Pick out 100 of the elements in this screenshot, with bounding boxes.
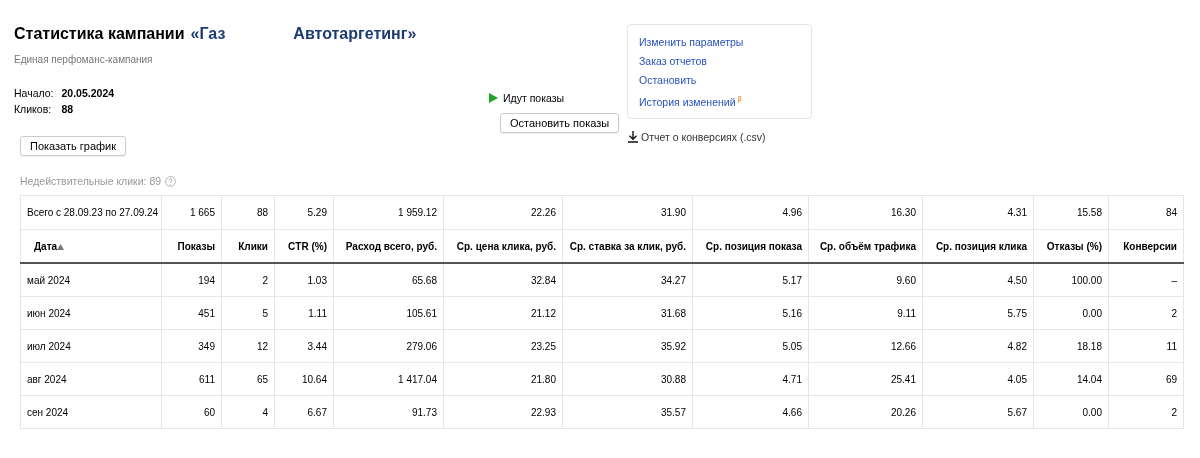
table-cell: 21.12 bbox=[443, 296, 563, 330]
campaign-name: Автотаргетинг» bbox=[293, 24, 417, 44]
table-cell: 21.80 bbox=[443, 362, 563, 396]
table-cell: 23.25 bbox=[443, 329, 563, 363]
month-cell: сен 2024 bbox=[20, 395, 162, 429]
table-cell: 100.00 bbox=[1033, 263, 1109, 297]
campaign-name: «Газ bbox=[190, 24, 226, 44]
table-cell: 65 bbox=[221, 362, 275, 396]
table-cell: 25.41 bbox=[808, 362, 923, 396]
show-chart-button[interactable]: Показать график bbox=[20, 136, 127, 156]
total-cell: 31.90 bbox=[562, 195, 693, 230]
table-cell: 1 417.04 bbox=[333, 362, 444, 396]
column-header[interactable]: Клики bbox=[221, 229, 275, 263]
table-cell: 35.57 bbox=[562, 395, 693, 429]
table-cell: 11 bbox=[1108, 329, 1184, 363]
table-cell: 35.92 bbox=[562, 329, 693, 363]
table-cell: 0.00 bbox=[1033, 296, 1109, 330]
conversions-report-link[interactable]: Отчет о конверсиях (.csv) bbox=[641, 129, 766, 144]
total-cell: 84 bbox=[1108, 195, 1184, 230]
table-cell: 5.16 bbox=[692, 296, 809, 330]
table-cell: 4.05 bbox=[922, 362, 1034, 396]
column-header[interactable]: Отказы (%) bbox=[1033, 229, 1109, 263]
column-header[interactable]: CTR (%) bbox=[274, 229, 334, 263]
table-cell: 65.68 bbox=[333, 263, 444, 297]
table-cell: 14.04 bbox=[1033, 362, 1109, 396]
table-cell: 2 bbox=[1108, 296, 1184, 330]
table-cell: 4.71 bbox=[692, 362, 809, 396]
table-cell: 4.66 bbox=[692, 395, 809, 429]
fact-label: Начало: bbox=[14, 87, 54, 99]
column-header[interactable]: Ср. позиция клика bbox=[922, 229, 1034, 263]
total-cell: 5.29 bbox=[274, 195, 334, 230]
table-cell: 69 bbox=[1108, 362, 1184, 396]
total-cell: 1 665 bbox=[161, 195, 222, 230]
table-cell: 12.66 bbox=[808, 329, 923, 363]
total-label: Всего с 28.09.23 по 27.09.24 bbox=[20, 195, 162, 230]
table-cell: 20.26 bbox=[808, 395, 923, 429]
table-cell: 5.05 bbox=[692, 329, 809, 363]
table-cell: 1.11 bbox=[274, 296, 334, 330]
invalid-clicks-text: Недействительные клики: 89 bbox=[20, 175, 162, 187]
table-cell: 279.06 bbox=[333, 329, 444, 363]
table-cell: 5.17 bbox=[692, 263, 809, 297]
column-header-label: Дата bbox=[34, 240, 58, 252]
table-cell: 18.18 bbox=[1033, 329, 1109, 363]
column-header[interactable]: Ср. позиция показа bbox=[692, 229, 809, 263]
action-link[interactable]: Заказ отчетов bbox=[639, 54, 707, 68]
fact-value: 20.05.2024 bbox=[61, 87, 115, 99]
table-cell: 12 bbox=[221, 329, 275, 363]
table-cell: 34.27 bbox=[562, 263, 693, 297]
month-cell: июн 2024 bbox=[20, 296, 162, 330]
table-cell: 105.61 bbox=[333, 296, 444, 330]
download-icon[interactable] bbox=[628, 130, 638, 143]
column-header[interactable]: Конверсии bbox=[1108, 229, 1184, 263]
action-link[interactable]: История изменений $^{β}$ bbox=[639, 92, 742, 109]
table-cell: 2 bbox=[1108, 395, 1184, 429]
table-cell: 194 bbox=[161, 263, 222, 297]
table-cell: 91.73 bbox=[333, 395, 444, 429]
table-cell: 349 bbox=[161, 329, 222, 363]
total-cell: 22.26 bbox=[443, 195, 563, 230]
column-header[interactable]: Дата bbox=[20, 229, 162, 263]
total-cell: 4.31 bbox=[922, 195, 1034, 230]
table-cell: 9.11 bbox=[808, 296, 923, 330]
page-title: Статистика кампании bbox=[14, 24, 185, 44]
table-cell: 4 bbox=[221, 395, 275, 429]
table-cell: 0.00 bbox=[1033, 395, 1109, 429]
campaign-type: Единая перфоманс-кампания bbox=[14, 54, 154, 65]
total-cell: 1 959.12 bbox=[333, 195, 444, 230]
column-header[interactable]: Ср. ставка за клик, руб. bbox=[562, 229, 693, 263]
month-cell: авг 2024 bbox=[20, 362, 162, 396]
action-link[interactable]: Изменить параметры bbox=[639, 35, 744, 49]
table-cell: – bbox=[1108, 263, 1184, 297]
table-cell: 4.82 bbox=[922, 329, 1034, 363]
table-cell: 6.67 bbox=[274, 395, 334, 429]
table-cell: 611 bbox=[161, 362, 222, 396]
total-cell: 4.96 bbox=[692, 195, 809, 230]
column-header[interactable]: Ср. цена клика, руб. bbox=[443, 229, 563, 263]
column-header[interactable]: Расход всего, руб. bbox=[333, 229, 444, 263]
status-text: Идут показы bbox=[503, 92, 565, 104]
table-cell: 9.60 bbox=[808, 263, 923, 297]
fact-value: 88 bbox=[61, 103, 75, 115]
table-cell: 30.88 bbox=[562, 362, 693, 396]
table-cell: 5.75 bbox=[922, 296, 1034, 330]
table-cell: 1.03 bbox=[274, 263, 334, 297]
total-cell: 15.58 bbox=[1033, 195, 1109, 230]
table-cell: 3.44 bbox=[274, 329, 334, 363]
total-cell: 16.30 bbox=[808, 195, 923, 230]
table-cell: 32.84 bbox=[443, 263, 563, 297]
table-cell: 22.93 bbox=[443, 395, 563, 429]
column-header[interactable]: Показы bbox=[161, 229, 222, 263]
month-cell: май 2024 bbox=[20, 263, 162, 297]
month-cell: июл 2024 bbox=[20, 329, 162, 363]
fact-label: Кликов: bbox=[14, 103, 53, 115]
column-header[interactable]: Ср. объём трафика bbox=[808, 229, 923, 263]
table-cell: 451 bbox=[161, 296, 222, 330]
stop-ads-button[interactable]: Остановить показы bbox=[500, 113, 620, 133]
table-cell: 4.50 bbox=[922, 263, 1034, 297]
table-cell: 5.67 bbox=[922, 395, 1034, 429]
action-link[interactable]: Остановить bbox=[639, 73, 697, 87]
table-cell: 31.68 bbox=[562, 296, 693, 330]
total-cell: 88 bbox=[221, 195, 275, 230]
table-cell: 10.64 bbox=[274, 362, 334, 396]
